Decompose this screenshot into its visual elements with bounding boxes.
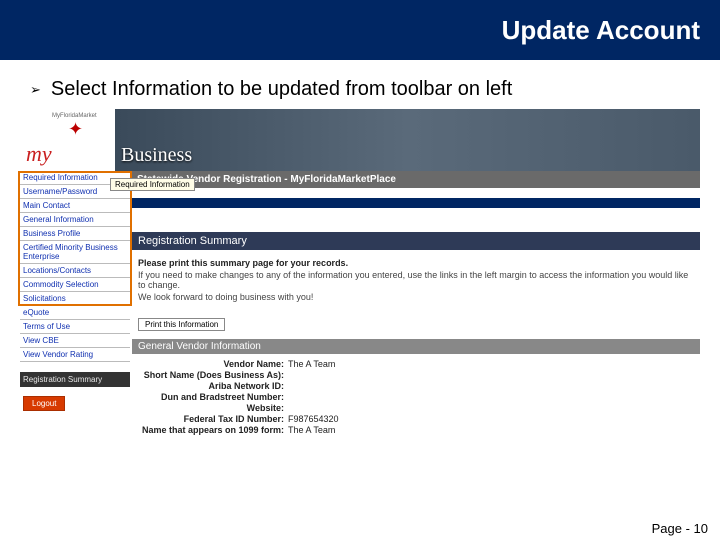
logo-script: my — [26, 141, 52, 167]
tooltip: Required Information — [110, 178, 195, 191]
main-title-bar: Statewide Vendor Registration - MyFlorid… — [132, 171, 700, 188]
page-number: Page - 10 — [652, 521, 708, 536]
banner: MyFloridaMarket ✦ my Business — [20, 109, 700, 171]
sidebar-item[interactable]: Locations/Contacts — [20, 264, 130, 278]
sidebar-item[interactable]: View Vendor Rating — [20, 348, 130, 362]
field-row: Federal Tax ID Number:F987654320 — [138, 414, 694, 424]
star-icon: ✦ — [68, 119, 83, 140]
blue-bar — [132, 198, 700, 208]
slide-header: Update Account — [0, 0, 720, 60]
reg-summary-bar: Registration Summary — [132, 232, 700, 250]
print-button[interactable]: Print this Information — [138, 318, 225, 331]
info-line-3: We look forward to doing business with y… — [138, 292, 694, 302]
field-label: Ariba Network ID: — [138, 381, 288, 391]
field-rows: Vendor Name:The A Team Short Name (Does … — [132, 354, 700, 435]
field-label: Short Name (Does Business As): — [138, 370, 288, 380]
sidebar-item[interactable]: eQuote — [20, 306, 130, 320]
info-line-2: If you need to make changes to any of th… — [138, 270, 694, 290]
info-text: Please print this summary page for your … — [132, 250, 700, 310]
sidebar-item[interactable]: Business Profile — [20, 227, 130, 241]
sidebar-item[interactable]: Main Contact — [20, 199, 130, 213]
field-row: Dun and Bradstreet Number: — [138, 392, 694, 402]
sidebar-item[interactable]: View CBE — [20, 334, 130, 348]
field-value: The A Team — [288, 359, 335, 369]
banner-image: Business — [115, 109, 700, 171]
logout-button[interactable]: Logout — [23, 396, 65, 411]
sidebar-item[interactable]: Terms of Use — [20, 320, 130, 334]
sidebar: Required Information Username/Password M… — [20, 171, 130, 417]
field-value: F987654320 — [288, 414, 339, 424]
main-pane: Statewide Vendor Registration - MyFlorid… — [132, 171, 700, 436]
logout-area: Logout — [20, 387, 130, 417]
field-label: Federal Tax ID Number: — [138, 414, 288, 424]
bullet-row: ➢ Select Information to be updated from … — [0, 60, 720, 107]
field-row: Name that appears on 1099 form:The A Tea… — [138, 425, 694, 435]
field-row: Ariba Network ID: — [138, 381, 694, 391]
sidebar-item[interactable]: Solicitations — [20, 292, 130, 306]
sidebar-spacer — [20, 362, 130, 372]
sidebar-item[interactable]: General Information — [20, 213, 130, 227]
sidebar-item[interactable]: Commodity Selection — [20, 278, 130, 292]
field-row: Short Name (Does Business As): — [138, 370, 694, 380]
sidebar-summary[interactable]: Registration Summary — [20, 372, 130, 387]
sidebar-item[interactable]: Certified Minority Business Enterprise — [20, 241, 130, 264]
field-value: The A Team — [288, 425, 335, 435]
field-label: Dun and Bradstreet Number: — [138, 392, 288, 402]
field-label: Name that appears on 1099 form: — [138, 425, 288, 435]
gap — [132, 208, 700, 232]
bullet-text: Select Information to be updated from to… — [51, 78, 512, 101]
field-label: Website: — [138, 403, 288, 413]
slide-title: Update Account — [502, 15, 700, 46]
banner-label: Business — [115, 144, 192, 171]
bullet-icon: ➢ — [30, 82, 41, 98]
embedded-screenshot: MyFloridaMarket ✦ my Business Required I… — [20, 109, 700, 507]
info-line-1: Please print this summary page for your … — [138, 258, 694, 268]
gvi-bar: General Vendor Information — [132, 339, 700, 354]
field-row: Vendor Name:The A Team — [138, 359, 694, 369]
print-row: Print this Information — [132, 310, 700, 336]
field-row: Website: — [138, 403, 694, 413]
logo-area: MyFloridaMarket ✦ my — [20, 109, 115, 171]
field-label: Vendor Name: — [138, 359, 288, 369]
